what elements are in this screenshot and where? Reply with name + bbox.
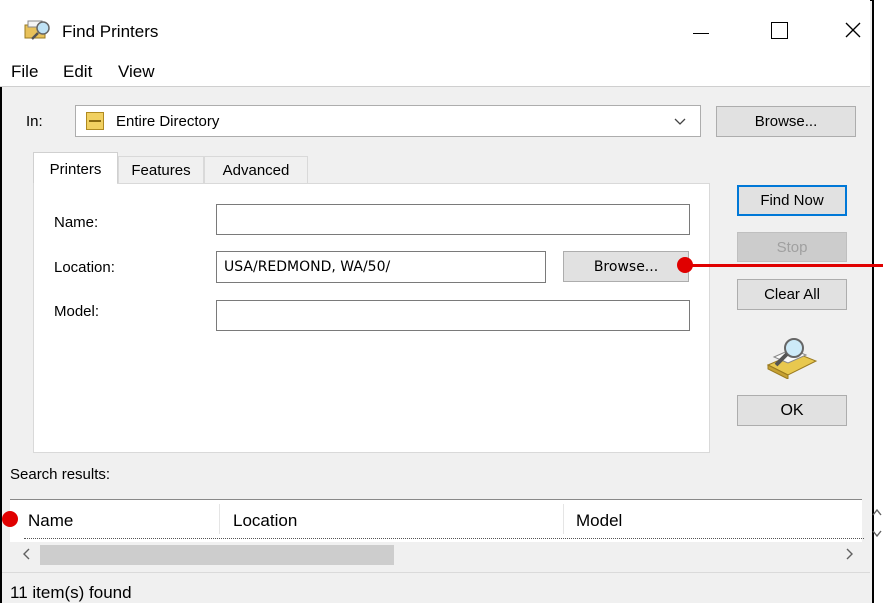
model-field[interactable] bbox=[216, 300, 690, 331]
minimize-icon bbox=[693, 32, 709, 34]
location-browse-button[interactable]: Browse... bbox=[563, 251, 689, 282]
close-button[interactable] bbox=[830, 10, 876, 50]
maximize-icon bbox=[770, 21, 788, 39]
minimize-button[interactable] bbox=[678, 10, 724, 50]
menu-view[interactable]: View bbox=[118, 62, 155, 82]
column-header-location[interactable]: Location bbox=[233, 511, 297, 531]
header-underline bbox=[24, 538, 864, 539]
window-title: Find Printers bbox=[62, 22, 159, 41]
menu-file[interactable]: File bbox=[11, 62, 38, 82]
annotation-line bbox=[686, 264, 883, 267]
ok-button[interactable]: OK bbox=[737, 395, 847, 426]
scroll-right-icon[interactable] bbox=[844, 548, 854, 560]
tab-printers[interactable]: Printers bbox=[33, 152, 118, 185]
column-divider bbox=[219, 504, 220, 534]
location-field[interactable]: USA/REDMOND, WA/50/ bbox=[216, 251, 546, 283]
location-label: Location: bbox=[54, 259, 115, 276]
name-field[interactable] bbox=[216, 204, 690, 235]
annotation-dot bbox=[677, 257, 693, 273]
column-header-model[interactable]: Model bbox=[576, 511, 622, 531]
in-combobox-value: Entire Directory bbox=[116, 113, 220, 130]
chevron-down-icon bbox=[674, 118, 686, 125]
in-combobox[interactable]: Entire Directory bbox=[75, 105, 701, 137]
tab-features[interactable]: Features bbox=[118, 156, 204, 184]
scroll-left-icon[interactable] bbox=[22, 548, 32, 560]
stop-button[interactable]: Stop bbox=[737, 232, 847, 262]
in-browse-button[interactable]: Browse... bbox=[716, 106, 856, 137]
annotation-dot bbox=[2, 511, 18, 527]
close-icon bbox=[845, 22, 861, 38]
directory-icon bbox=[86, 112, 104, 130]
clear-all-button[interactable]: Clear All bbox=[737, 279, 847, 310]
search-results-label: Search results: bbox=[10, 466, 111, 483]
menu-edit[interactable]: Edit bbox=[63, 62, 92, 82]
location-field-value: USA/REDMOND, WA/50/ bbox=[224, 259, 391, 275]
model-label: Model: bbox=[54, 303, 100, 320]
horizontal-scrollbar-thumb[interactable] bbox=[40, 545, 394, 565]
app-icon bbox=[24, 18, 52, 42]
tab-advanced[interactable]: Advanced bbox=[204, 156, 308, 184]
status-text: 11 item(s) found bbox=[10, 583, 132, 602]
status-separator bbox=[2, 572, 870, 573]
column-divider bbox=[563, 504, 564, 534]
maximize-button[interactable] bbox=[756, 10, 802, 50]
find-now-button[interactable]: Find Now bbox=[737, 185, 847, 216]
results-list-header bbox=[10, 499, 862, 542]
in-label: In: bbox=[26, 113, 43, 130]
scroll-down-icon[interactable] bbox=[872, 528, 882, 538]
column-header-name[interactable]: Name bbox=[28, 511, 73, 531]
search-printer-animation-icon bbox=[762, 335, 822, 380]
scroll-up-icon[interactable] bbox=[872, 508, 882, 518]
name-label: Name: bbox=[54, 214, 99, 231]
